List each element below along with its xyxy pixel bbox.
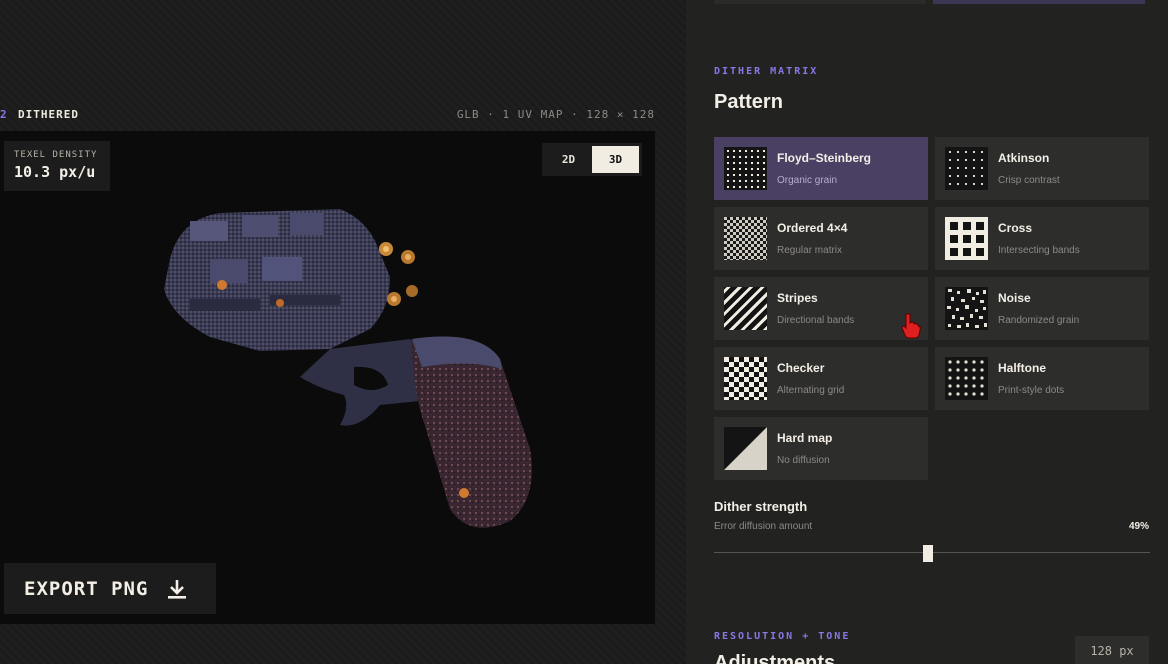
pattern-text: Cross Intersecting bands	[998, 221, 1080, 256]
pattern-name: Hard map	[777, 431, 833, 445]
model-viewport[interactable]: TEXEL DENSITY 10.3 px/u 2D 3D EXPORT PNG	[0, 131, 655, 624]
prev-option-button[interactable]	[714, 0, 926, 4]
pattern-name: Halftone	[998, 361, 1046, 375]
download-icon	[168, 579, 187, 599]
adjustments-title: Adjustments	[714, 652, 836, 664]
prev-option-button-selected[interactable]	[933, 0, 1145, 4]
pattern-hard-map[interactable]: Hard map No diffusion	[714, 417, 928, 480]
pattern-desc: Print-style dots	[998, 385, 1065, 396]
pattern-desc: Directional bands	[777, 315, 855, 326]
settings-panel: DITHER MATRIX Pattern Floyd–Steinberg Or…	[686, 0, 1168, 664]
dither-strength-slider[interactable]	[714, 543, 1150, 563]
dither-strength-value: 49%	[1128, 521, 1149, 532]
dither-strength-subtitle: Error diffusion amount	[714, 521, 813, 532]
texel-density-readout: TEXEL DENSITY 10.3 px/u	[4, 141, 110, 191]
stage-title: DITHERED	[18, 108, 79, 121]
pattern-floyd-steinberg[interactable]: Floyd–Steinberg Organic grain	[714, 137, 928, 200]
pattern-cross[interactable]: Cross Intersecting bands	[935, 207, 1149, 270]
export-png-button[interactable]: EXPORT PNG	[4, 563, 216, 614]
pattern-text: Floyd–Steinberg Organic grain	[777, 151, 871, 186]
fine-checker-icon	[724, 217, 767, 260]
dot-grid-fine-icon	[724, 147, 767, 190]
cross-grid-icon	[945, 217, 988, 260]
pattern-name: Cross	[998, 221, 1033, 235]
pattern-desc: Organic grain	[777, 175, 838, 186]
view-2d-button[interactable]: 2D	[545, 146, 592, 173]
stage-header: 2 DITHERED GLB · 1 UV MAP · 128 × 128	[0, 107, 655, 123]
resolution-value-chip[interactable]: 128 px	[1075, 636, 1149, 664]
stage-index: 2	[0, 108, 8, 121]
hand-pointer-icon	[901, 313, 921, 339]
pattern-name: Atkinson	[998, 151, 1050, 165]
texel-density-label: TEXEL DENSITY	[14, 150, 98, 160]
dither-matrix-kicker: DITHER MATRIX	[714, 66, 819, 77]
noise-icon	[945, 287, 988, 330]
pattern-name: Stripes	[777, 291, 818, 305]
checkerboard-icon	[724, 357, 767, 400]
preview-stage: 2 DITHERED GLB · 1 UV MAP · 128 × 128 TE…	[0, 0, 686, 664]
pattern-text: Stripes Directional bands	[777, 291, 854, 326]
pattern-stripes[interactable]: Stripes Directional bands	[714, 277, 928, 340]
pattern-grid: Floyd–Steinberg Organic grain Atkinson C…	[714, 137, 1150, 480]
halftone-dots-icon	[945, 357, 988, 400]
pattern-atkinson[interactable]: Atkinson Crisp contrast	[935, 137, 1149, 200]
pattern-name: Ordered 4×4	[777, 221, 848, 235]
pattern-desc: Randomized grain	[998, 315, 1080, 326]
dot-grid-sparse-icon	[945, 147, 988, 190]
texel-density-value: 10.3 px/u	[14, 163, 96, 181]
view-mode-toggle: 2D 3D	[542, 143, 642, 176]
pattern-text: Halftone Print-style dots	[998, 361, 1064, 396]
pattern-checker[interactable]: Checker Alternating grid	[714, 347, 928, 410]
model-meta: GLB · 1 UV MAP · 128 × 128	[456, 108, 655, 121]
dithered-revolver-model[interactable]	[150, 199, 550, 539]
pattern-text: Ordered 4×4 Regular matrix	[777, 221, 847, 256]
pattern-desc: Crisp contrast	[998, 175, 1060, 186]
dither-strength-title: Dither strength	[714, 499, 808, 514]
pattern-noise[interactable]: Noise Randomized grain	[935, 277, 1149, 340]
pattern-desc: Intersecting bands	[998, 245, 1080, 256]
pattern-name: Floyd–Steinberg	[777, 151, 872, 165]
pattern-text: Checker Alternating grid	[777, 361, 844, 396]
pattern-ordered[interactable]: Ordered 4×4 Regular matrix	[714, 207, 928, 270]
pattern-text: Atkinson Crisp contrast	[998, 151, 1060, 186]
export-label: EXPORT PNG	[24, 577, 149, 600]
pattern-text: Noise Randomized grain	[998, 291, 1079, 326]
hard-map-icon	[724, 427, 767, 470]
pattern-title: Pattern	[714, 91, 783, 113]
diagonal-stripes-icon	[724, 287, 767, 330]
pattern-name: Checker	[777, 361, 825, 375]
pattern-desc: Regular matrix	[777, 245, 843, 256]
pattern-name: Noise	[998, 291, 1031, 305]
pattern-desc: No diffusion	[777, 455, 830, 466]
pattern-desc: Alternating grid	[777, 385, 845, 396]
pattern-text: Hard map No diffusion	[777, 431, 832, 466]
slider-thumb[interactable]	[923, 545, 933, 562]
pattern-halftone[interactable]: Halftone Print-style dots	[935, 347, 1149, 410]
view-3d-button[interactable]: 3D	[592, 146, 639, 173]
resolution-kicker: RESOLUTION + TONE	[714, 631, 851, 642]
app-window: 2 DITHERED GLB · 1 UV MAP · 128 × 128 TE…	[0, 0, 1168, 664]
